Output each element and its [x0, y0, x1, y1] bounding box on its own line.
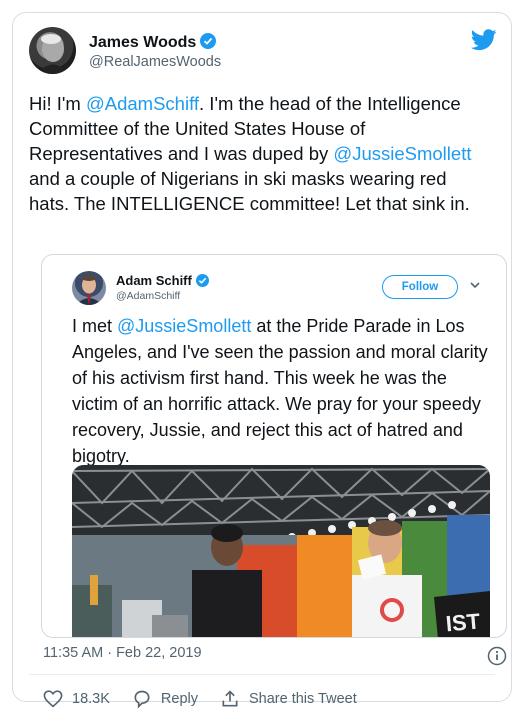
mention-jussiesmollett-link[interactable]: @JussieSmollett: [333, 143, 471, 164]
author-handle[interactable]: @RealJamesWoods: [89, 54, 221, 70]
quoted-tweet[interactable]: Adam Schiff @AdamSchiff Follow I met @Ju…: [41, 254, 507, 638]
verified-badge-icon: [195, 274, 209, 287]
share-icon: [222, 690, 238, 707]
mention-adamschiff-link[interactable]: @AdamSchiff: [86, 93, 199, 114]
tweet-timestamp[interactable]: 11:35 AM · Feb 22, 2019: [43, 645, 202, 661]
chevron-down-icon[interactable]: [468, 278, 482, 297]
author-name[interactable]: James Woods: [89, 33, 217, 52]
twitter-bird-icon[interactable]: [471, 29, 497, 56]
tweet-text: Hi! I'm @AdamSchiff. I'm the head of the…: [29, 91, 489, 216]
author-avatar[interactable]: [29, 27, 76, 74]
quoted-author-handle[interactable]: @AdamSchiff: [116, 290, 180, 302]
photo-sign-text: IST: [445, 608, 482, 636]
tweet-text-intro: Hi! I'm: [29, 93, 86, 114]
tweet-text-end: and a couple of Nigerians in ski masks w…: [29, 168, 470, 214]
like-button[interactable]: 18.3K: [43, 690, 110, 708]
share-button[interactable]: Share this Tweet: [220, 689, 357, 709]
reply-icon: [134, 690, 150, 709]
tweet-card: James Woods @RealJamesWoods Hi! I'm @Ada…: [12, 12, 512, 709]
quoted-text-intro: I met: [72, 316, 118, 336]
quoted-tweet-photo[interactable]: IST: [72, 465, 490, 637]
tweet-actions: 18.3K Reply Share this Tweet: [43, 689, 379, 709]
quoted-author-avatar[interactable]: [72, 271, 106, 305]
divider: [29, 674, 495, 675]
quoted-author-name-text: Adam Schiff: [116, 273, 192, 288]
quoted-text-rest: at the Pride Parade in Los Angeles, and …: [72, 316, 488, 466]
heart-icon: [43, 690, 63, 708]
quoted-author-name[interactable]: Adam Schiff: [116, 273, 209, 288]
follow-button[interactable]: Follow: [382, 275, 458, 299]
info-icon[interactable]: [487, 646, 507, 671]
quoted-mention-jussiesmollett-link[interactable]: @JussieSmollett: [117, 316, 251, 336]
author-name-text: James Woods: [89, 34, 197, 51]
quoted-tweet-text: I met @JussieSmollett at the Pride Parad…: [72, 313, 492, 469]
verified-badge-icon: [200, 33, 217, 49]
reply-button[interactable]: Reply: [132, 689, 198, 709]
